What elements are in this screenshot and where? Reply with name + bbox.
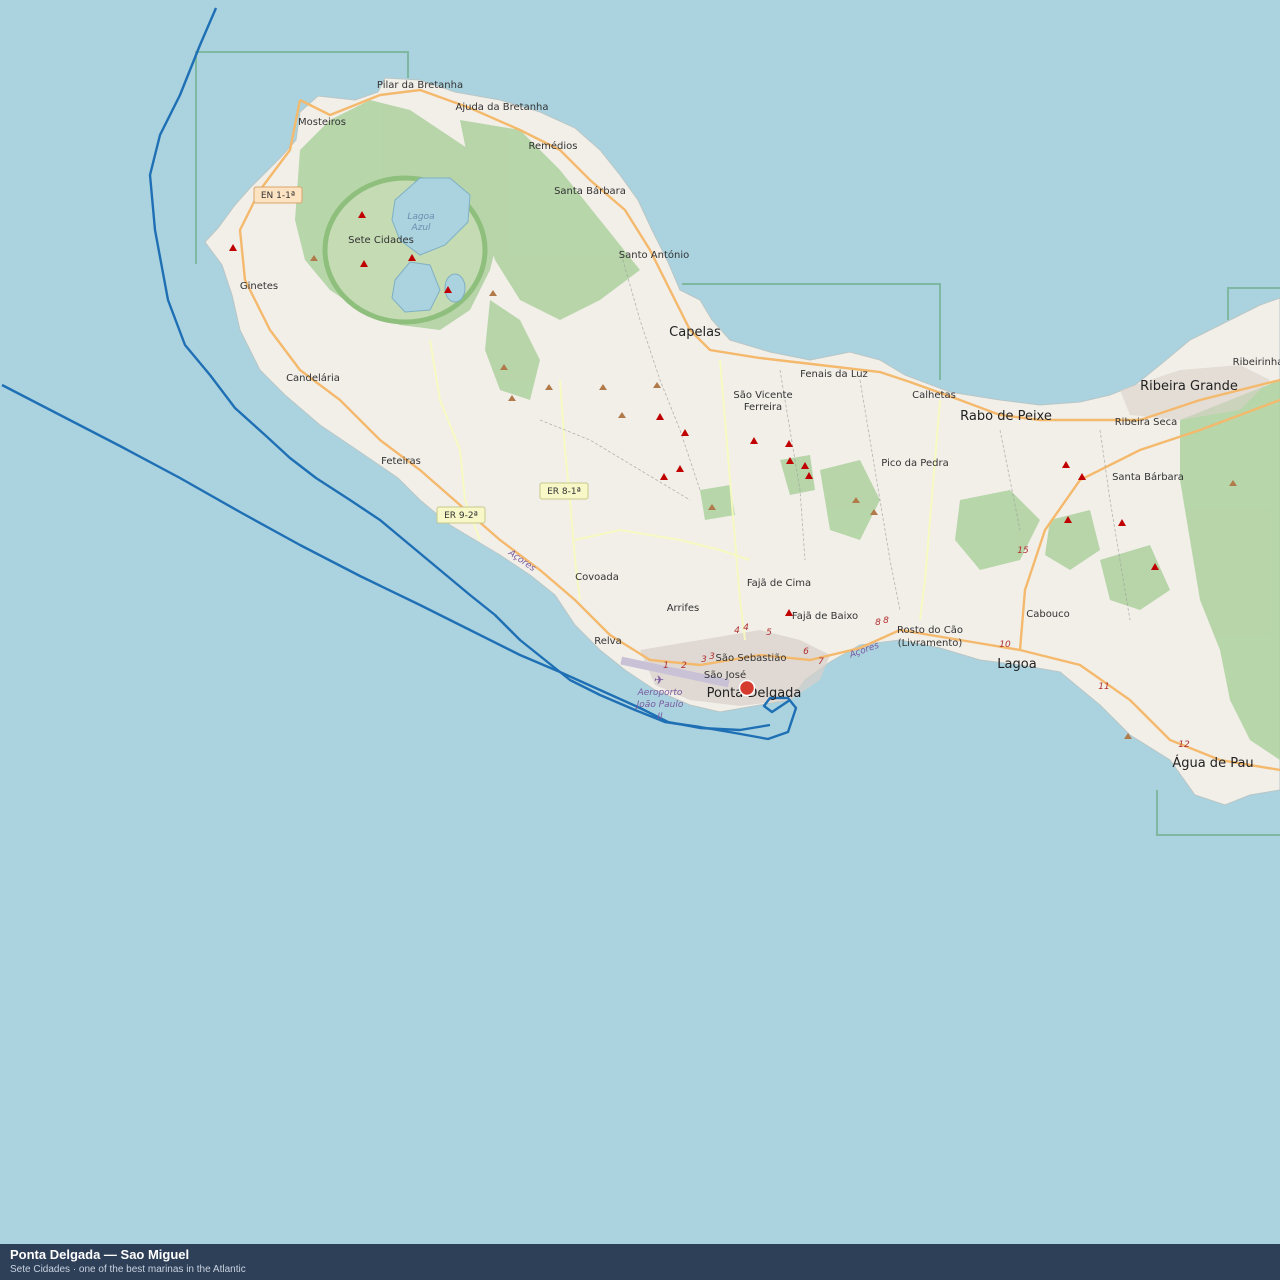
route-number: 1 xyxy=(663,661,669,671)
place-label: Ginetes xyxy=(240,281,278,292)
place-label: São Vicente xyxy=(733,390,792,401)
place-label: Fajã de Cima xyxy=(747,578,811,589)
place-label: Santa Bárbara xyxy=(1112,471,1184,483)
route-number: 10 xyxy=(999,640,1011,650)
lake-label: Azul xyxy=(410,223,431,233)
place-label: Cabouco xyxy=(1026,609,1070,620)
place-label: Ferreira xyxy=(744,402,782,413)
place-label: Remédios xyxy=(529,140,578,152)
place-label: Ribeira Grande xyxy=(1140,379,1238,394)
road-shield-en-1-1a: EN 1-1ª xyxy=(253,186,303,204)
place-label: Água de Pau xyxy=(1172,755,1253,771)
route-number: 7 xyxy=(818,657,824,667)
svg-text:ER 9-2ª: ER 9-2ª xyxy=(444,511,478,521)
route-number: 3 xyxy=(709,652,715,662)
place-label: Feteiras xyxy=(381,456,421,467)
road-shield-er-8-1a: ER 8-1ª xyxy=(539,482,589,500)
place-label: Arrifes xyxy=(667,603,700,614)
place-label: Relva xyxy=(594,636,621,647)
route-number: 3 xyxy=(701,655,707,665)
route-number: 8 xyxy=(875,618,881,628)
place-label: Lagoa xyxy=(997,657,1036,672)
place-label: Ajuda da Bretanha xyxy=(455,102,548,113)
road-shield-er-9-2a: ER 9-2ª xyxy=(436,506,486,524)
route-number: 5 xyxy=(766,628,772,638)
route-number: 12 xyxy=(1178,740,1190,750)
place-label: Pilar da Bretanha xyxy=(377,80,463,91)
place-label: São Sebastião xyxy=(716,653,787,664)
place-label: Mosteiros xyxy=(298,117,346,128)
route-number: 11 xyxy=(1098,682,1109,692)
place-label: Covoada xyxy=(575,572,619,583)
place-label: Rabo de Peixe xyxy=(960,409,1052,424)
lake-label: Lagoa xyxy=(407,212,434,222)
route-number: 8 xyxy=(883,616,889,626)
place-label: Ribeirinha xyxy=(1233,357,1280,368)
caption-subtitle: Sete Cidades · one of the best marinas i… xyxy=(10,1264,246,1275)
place-label: Santo António xyxy=(619,249,689,261)
route-number: 15 xyxy=(1017,546,1029,556)
route-number: 4 xyxy=(743,623,749,633)
place-label: Fenais da Luz xyxy=(800,369,868,380)
place-label: Pico da Pedra xyxy=(881,458,948,469)
place-label: Ribeira Seca xyxy=(1115,417,1178,428)
airport-label: João Paulo xyxy=(635,700,684,710)
place-label: Capelas xyxy=(669,325,721,340)
route-number: 2 xyxy=(681,661,687,671)
map-canvas[interactable]: ✈ EN 1-1ª ER 8-1ª ER 9-2ª Açores Açores … xyxy=(0,0,1280,1244)
place-label: Fajã de Baixo xyxy=(792,611,858,622)
airport-label: II xyxy=(657,712,663,722)
airport-label: Aeroporto xyxy=(637,688,683,698)
route-number: 4 xyxy=(734,626,740,636)
svg-text:ER 8-1ª: ER 8-1ª xyxy=(547,487,581,497)
place-label: Santa Bárbara xyxy=(554,185,626,197)
svg-text:EN 1-1ª: EN 1-1ª xyxy=(261,191,295,201)
airplane-icon: ✈ xyxy=(654,673,664,687)
place-label: Candelária xyxy=(286,372,340,384)
place-label: Sete Cidades xyxy=(348,235,414,246)
place-label: Rosto do Cão xyxy=(897,625,963,636)
place-label: São José xyxy=(704,669,746,681)
place-label: Calhetas xyxy=(912,390,956,401)
place-label: (Livramento) xyxy=(898,638,963,649)
route-number: 6 xyxy=(803,647,809,657)
caption-title: Ponta Delgada — Sao Miguel xyxy=(10,1247,190,1262)
map-caption: Ponta Delgada — Sao Miguel Sete Cidades … xyxy=(0,1244,1280,1280)
location-marker[interactable] xyxy=(738,679,756,697)
